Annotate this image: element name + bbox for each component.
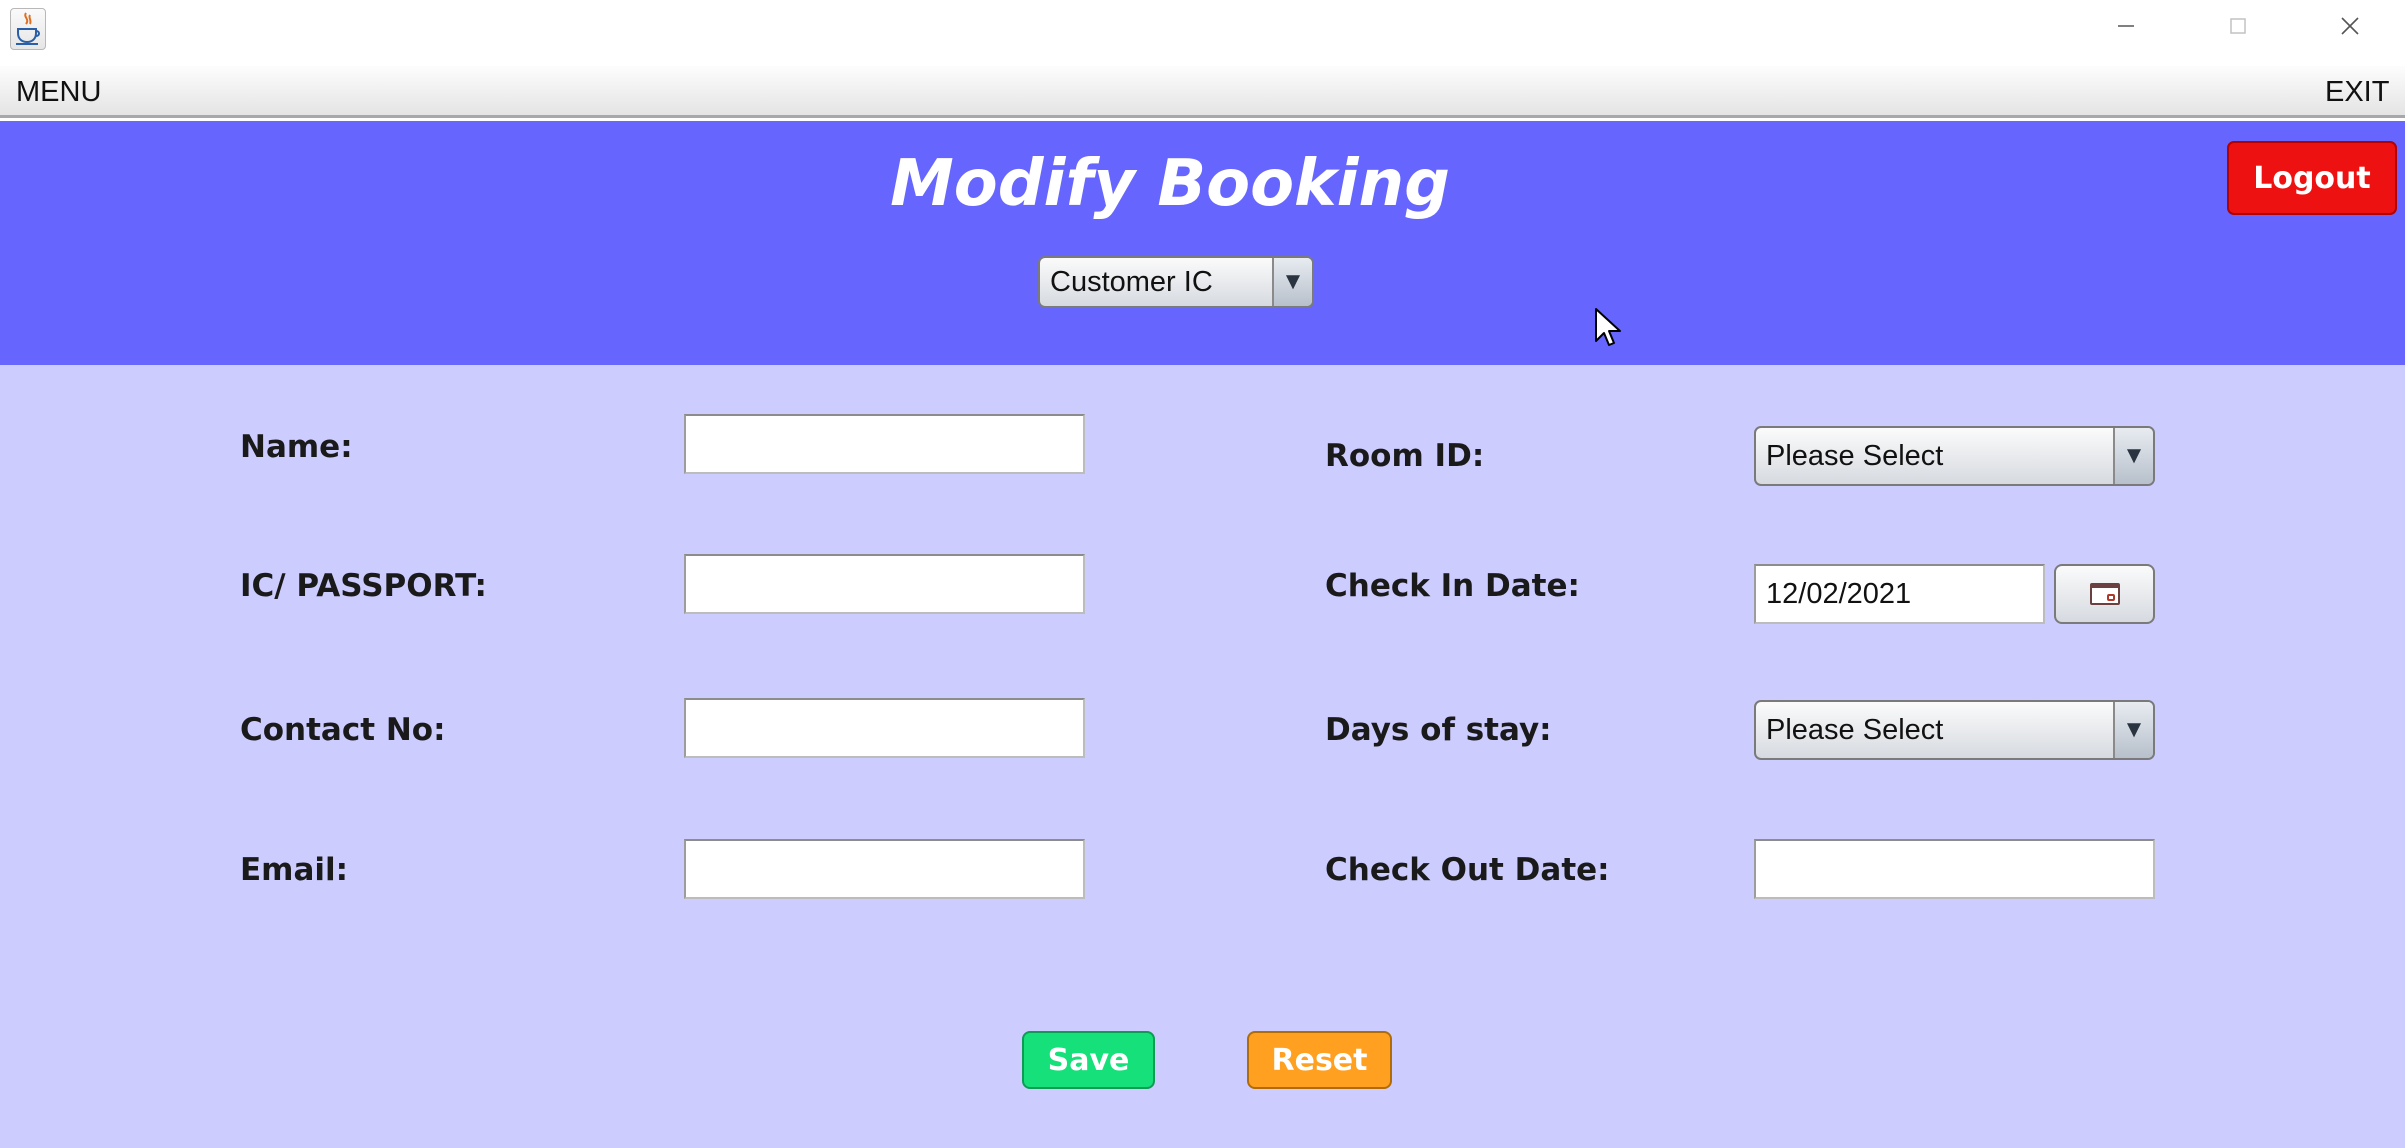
name-field[interactable] <box>684 414 1085 474</box>
chevron-down-icon[interactable]: ▼ <box>2113 428 2153 484</box>
check-in-date-field[interactable]: 12/02/2021 <box>1754 564 2045 624</box>
java-coffee-cup-icon <box>10 8 46 50</box>
ic-passport-label: IC/ PASSPORT: <box>240 568 487 604</box>
calendar-picker-button[interactable] <box>2054 564 2155 624</box>
days-of-stay-value: Please Select <box>1766 713 1944 746</box>
booking-form: Name: IC/ PASSPORT: Contact No: Email: R… <box>0 365 2405 1148</box>
room-id-value: Please Select <box>1766 439 1944 472</box>
reset-button[interactable]: Reset <box>1247 1031 1392 1089</box>
chevron-down-icon[interactable]: ▼ <box>1272 258 1312 306</box>
close-button[interactable] <box>2294 0 2405 52</box>
calendar-icon <box>2089 583 2120 605</box>
maximize-button[interactable] <box>2182 0 2294 52</box>
logout-button[interactable]: Logout <box>2227 141 2397 215</box>
search-type-dropdown[interactable]: Customer IC ▼ <box>1038 256 1314 308</box>
contact-no-label: Contact No: <box>240 712 446 748</box>
days-of-stay-label: Days of stay: <box>1325 712 1552 748</box>
check-in-date-label: Check In Date: <box>1325 568 1580 604</box>
name-label: Name: <box>240 429 353 465</box>
contact-no-field[interactable] <box>684 698 1085 758</box>
menu-item-menu[interactable]: MENU <box>16 66 101 118</box>
ic-passport-field[interactable] <box>684 554 1085 614</box>
menu-bar: MENU EXIT <box>0 66 2405 118</box>
check-out-date-label: Check Out Date: <box>1325 852 1610 888</box>
menu-item-exit[interactable]: EXIT <box>2325 66 2389 118</box>
room-id-dropdown[interactable]: Please Select ▼ <box>1754 426 2155 486</box>
save-button[interactable]: Save <box>1022 1031 1155 1089</box>
email-field[interactable] <box>684 839 1085 899</box>
check-out-date-field[interactable] <box>1754 839 2155 899</box>
days-of-stay-dropdown[interactable]: Please Select ▼ <box>1754 700 2155 760</box>
room-id-label: Room ID: <box>1325 438 1485 474</box>
search-type-value: Customer IC <box>1050 265 1213 298</box>
page-title: Modify Booking <box>890 147 1450 221</box>
chevron-down-icon[interactable]: ▼ <box>2113 702 2153 758</box>
header-banner: Modify Booking Logout Customer IC ▼ <box>0 121 2405 365</box>
minimize-button[interactable] <box>2070 0 2182 52</box>
email-label: Email: <box>240 852 349 888</box>
window-titlebar <box>0 0 2405 66</box>
mouse-cursor-icon <box>1594 307 1622 354</box>
